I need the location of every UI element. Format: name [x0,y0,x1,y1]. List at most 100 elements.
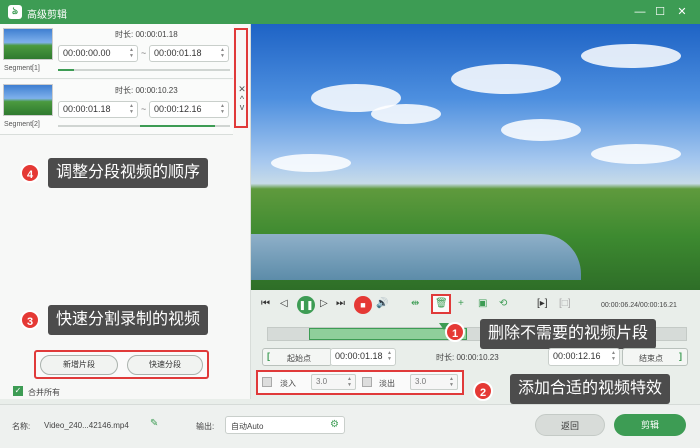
callout-1-text: 删除不需要的视频片段 [480,319,657,349]
playback-time: 00:00:06.24/00:00:16.21 [601,302,677,309]
spinner-icon[interactable]: ▲ ▼ [611,350,617,362]
spinner-icon[interactable]: ▲ ▼ [220,47,226,59]
mark-in-icon[interactable]: [▸] [537,298,548,309]
maximize-button[interactable]: ☐ [652,4,668,20]
range-separator: ~ [141,104,147,114]
video-preview [251,24,700,290]
segment-end-input[interactable]: 00:00:12.16 ▲ ▼ [149,101,229,118]
set-start-button[interactable]: [ 起始点 [262,348,332,366]
segment-progress-fill [140,125,215,127]
end-time-value: 00:00:01.18 [154,48,202,58]
cloud-shape [271,154,351,172]
trim-start-input[interactable]: 00:00:01.18 ▲ ▼ [330,348,396,366]
callout-2-number: 2 [473,381,493,401]
segment-start-input[interactable]: 00:00:00.00 ▲ ▼ [58,45,138,62]
segment-label: Segment[1] [4,65,40,72]
title-bar: ঌ 高级剪辑 — ☐ ✕ [0,0,700,24]
output-select[interactable]: 自动Auto ⚙ [225,416,345,434]
cloud-shape [581,44,681,68]
rotate-icon[interactable]: ⟲ [499,298,507,309]
end-time-value: 00:00:12.16 [154,104,202,114]
callout-2-text: 添加合适的视频特效 [510,374,671,404]
add-icon[interactable]: + [458,298,464,309]
segment-progress-fill [58,69,74,71]
callout-4-text: 调整分段视频的顺序 [48,158,209,188]
move-down-icon[interactable]: v [237,102,247,112]
spinner-icon[interactable]: ▲ ▼ [129,103,135,115]
fade-in-checkbox[interactable] [262,377,272,387]
copy-icon[interactable]: ▣ [478,298,487,309]
cloud-shape [591,144,681,164]
set-end-button[interactable]: 结束点 ] [622,348,688,366]
segment-label: Segment[2] [4,121,40,128]
callout-4-number: 4 [20,163,40,183]
fade-out-value: 3.0 [415,377,427,386]
cloud-shape [371,104,441,124]
quick-split-button[interactable]: 快速分段 [127,355,203,375]
volume-icon[interactable]: 🔊 [376,298,388,309]
name-label: 名称: [12,422,31,431]
minimize-button[interactable]: — [632,4,648,20]
output-value: 自动Auto [231,422,264,431]
edit-button[interactable]: 剪辑 [614,414,686,436]
back-button[interactable]: 返回 [535,414,605,436]
cloud-shape [501,119,581,141]
segment-start-input[interactable]: 00:00:01.18 ▲ ▼ [58,101,138,118]
trim-end-value: 00:00:12.16 [553,351,601,361]
cloud-shape [451,64,561,94]
spinner-icon[interactable]: ▲ ▼ [449,376,455,388]
reorder-controls: ✕ ^ v [234,28,248,128]
spinner-icon[interactable]: ▲ ▼ [129,47,135,59]
start-bracket-icon: [ [267,351,270,361]
merge-all-label: 合并所有 [28,388,60,397]
start-time-value: 00:00:00.00 [63,48,111,58]
fade-out-label: 淡出 [379,379,395,388]
edit-name-icon[interactable]: ✎ [150,418,158,429]
segment-thumbnail [3,84,53,116]
segment-duration: 时长: 00:00:01.18 [115,30,178,39]
prev-frame-icon[interactable]: ◁ [280,298,288,309]
segment-item-2[interactable]: Segment[2] 时长: 00:00:10.23 00:00:01.18 ▲ ▼… [0,80,233,135]
window-title: 高级剪辑 [27,10,67,21]
new-segment-button[interactable]: 新增片段 [40,355,118,375]
segment-item-1[interactable]: Segment[1] 时长: 00:00:01.18 00:00:00.00 ▲ ▼… [0,24,233,79]
fade-out-input[interactable]: 3.0 ▲ ▼ [410,374,458,390]
gear-icon[interactable]: ⚙ [330,419,339,430]
fade-in-label: 淡入 [280,379,296,388]
next-frame-icon[interactable]: ▷ [320,298,328,309]
bottom-bar: 名称: Video_240...42146.mp4 ✎ 输出: 自动Auto ⚙… [0,404,700,448]
trim-duration: 时长: 00:00:10.23 [436,353,499,362]
set-start-label: 起始点 [287,354,311,363]
delete-icon[interactable]: 🗑 [435,298,448,309]
segment-duration: 时长: 00:00:10.23 [115,86,178,95]
mark-out-icon[interactable]: [□] [559,298,571,309]
fade-in-input[interactable]: 3.0 ▲ ▼ [311,374,356,390]
app-logo-icon: ঌ [8,5,22,19]
stop-button[interactable]: ■ [354,296,372,314]
spinner-icon[interactable]: ▲ ▼ [220,103,226,115]
spinner-icon[interactable]: ▲ ▼ [387,350,393,362]
segment-progress-track [58,69,230,71]
start-time-value: 00:00:01.18 [63,104,111,114]
callout-3-number: 3 [20,310,40,330]
pause-button[interactable]: ❚❚ [297,296,315,314]
merge-all-checkbox[interactable]: ✓ [13,386,23,396]
split-icon[interactable]: ⇹ [411,298,419,309]
fade-out-checkbox[interactable] [362,377,372,387]
callout-3-text: 快速分割录制的视频 [48,305,209,335]
go-end-icon[interactable]: ⏭ [336,298,345,309]
output-label: 输出: [196,422,215,431]
close-button[interactable]: ✕ [674,4,690,20]
go-start-icon[interactable]: ⏮ [261,298,270,309]
lake-shape [251,234,581,280]
segment-thumbnail [3,28,53,60]
callout-1-number: 1 [445,322,465,342]
file-name: Video_240...42146.mp4 [44,421,129,430]
segment-end-input[interactable]: 00:00:01.18 ▲ ▼ [149,45,229,62]
range-separator: ~ [141,48,147,58]
end-bracket-icon: ] [679,351,682,361]
spinner-icon[interactable]: ▲ ▼ [347,376,353,388]
trim-end-input[interactable]: 00:00:12.16 ▲ ▼ [548,348,620,366]
fade-in-value: 3.0 [316,377,328,386]
set-end-label: 结束点 [639,354,663,363]
